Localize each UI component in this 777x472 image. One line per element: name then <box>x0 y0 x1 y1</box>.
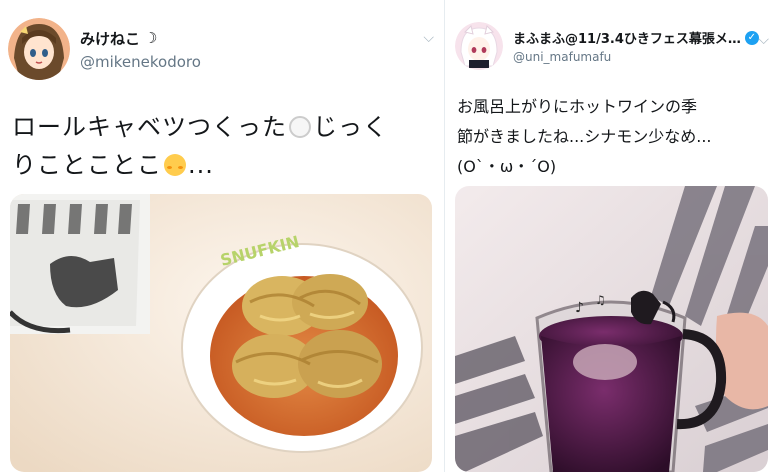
smiling-face-emoji-icon <box>164 154 186 176</box>
user-handle[interactable]: @uni_mafumafu <box>513 50 759 64</box>
avatar-girl-icon[interactable] <box>8 18 70 80</box>
display-name[interactable]: まふまふ@11/3.4ひきフェス幕張メ… ✓ <box>513 28 759 47</box>
tweet-card-right[interactable]: まふまふ@11/3.4ひきフェス幕張メ… ✓ @uni_mafumafu ⌵ お… <box>444 0 777 472</box>
avatar-white-hair-icon[interactable] <box>455 22 503 70</box>
tweet-photo-cabbage-rolls[interactable]: SNUFKIN <box>10 194 432 472</box>
display-name-text: みけねこ <box>80 29 141 48</box>
tweet-text-part: ロールキャベツつくった <box>12 113 287 141</box>
tweet-card-left[interactable]: みけねこ ☽ @mikenekodoro ⌵ ロールキャベツつくった じっく りこ… <box>0 0 444 472</box>
tweet-photo-hot-wine[interactable]: ♪ ♫ <box>455 186 768 472</box>
tweet-text-part: ... <box>188 151 214 179</box>
chevron-down-icon[interactable]: ⌵ <box>758 32 769 48</box>
svg-text:♫: ♫ <box>595 293 606 307</box>
display-name[interactable]: みけねこ ☽ <box>80 28 201 49</box>
plate-emoji-icon <box>289 116 311 138</box>
display-name-text: まふまふ@11/3.4ひきフェス幕張メ… <box>513 32 741 47</box>
user-handle[interactable]: @mikenekodoro <box>80 53 201 71</box>
chevron-down-icon[interactable]: ⌵ <box>423 30 434 46</box>
tweet-header: みけねこ ☽ @mikenekodoro <box>8 18 201 80</box>
verified-badge-icon: ✓ <box>744 30 759 45</box>
tweet-header: まふまふ@11/3.4ひきフェス幕張メ… ✓ @uni_mafumafu <box>455 22 759 70</box>
svg-text:♪: ♪ <box>575 300 584 316</box>
tweet-text: ロールキャベツつくった じっく りことことこ... <box>12 108 432 184</box>
tweet-text: お風呂上がりにホットワインの季 節がきましたね...シナモン少なめ... (O`… <box>457 97 712 176</box>
moon-icon: ☽ <box>144 29 158 47</box>
